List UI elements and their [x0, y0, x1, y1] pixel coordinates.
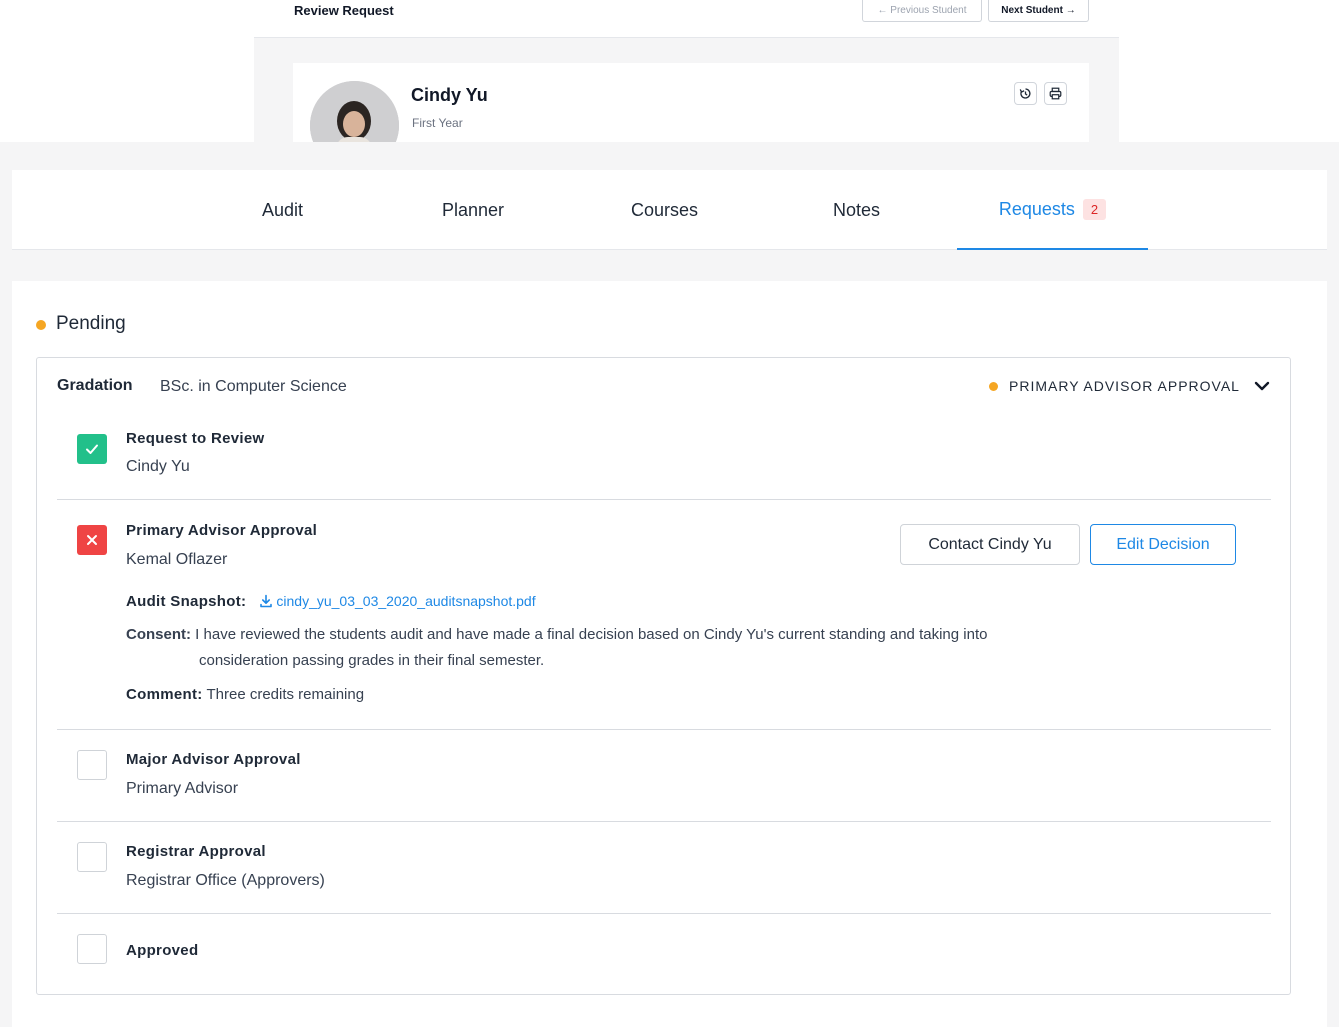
step-subtitle: Cindy Yu [126, 458, 190, 475]
step-title: Primary Advisor Approval [126, 522, 318, 539]
requests-count-badge: 2 [1082, 198, 1107, 220]
print-button[interactable] [1044, 82, 1067, 105]
tab-courses[interactable]: Courses [631, 170, 698, 250]
tab-audit[interactable]: Audit [262, 170, 303, 250]
step-major-advisor-approval: Major Advisor Approval Primary Advisor [57, 730, 1271, 822]
edit-decision-button[interactable]: Edit Decision [1090, 524, 1236, 565]
avatar [310, 81, 399, 142]
step-subtitle: Registrar Office (Approvers) [126, 872, 325, 889]
audit-snapshot-link[interactable]: cindy_yu_03_03_2020_auditsnapshot.pdf [259, 593, 536, 609]
requests-panel: Pending Gradation BSc. in Computer Scien… [12, 281, 1327, 1027]
step-primary-advisor-approval: Primary Advisor Approval Kemal Oflazer C… [57, 500, 1271, 730]
consent-row: Consent: I have reviewed the students au… [126, 622, 1136, 674]
consent-text-line1: I have reviewed the students audit and h… [195, 626, 988, 643]
step-title: Registrar Approval [126, 843, 266, 860]
step-approved-checkbox[interactable] [77, 434, 107, 464]
collapse-toggle[interactable] [1252, 376, 1272, 396]
chevron-down-icon [1254, 381, 1270, 391]
step-subtitle: Primary Advisor [126, 780, 239, 797]
print-icon [1049, 87, 1062, 100]
page-title: Review Request [294, 3, 394, 18]
step-pending-checkbox[interactable] [77, 750, 107, 780]
request-program: BSc. in Computer Science [160, 378, 347, 395]
history-button[interactable] [1014, 82, 1037, 105]
audit-snapshot-label: Audit Snapshot: [126, 593, 247, 610]
step-pending-checkbox[interactable] [77, 842, 107, 872]
consent-text-line2: consideration passing grades in their fi… [199, 652, 545, 669]
request-status: PRIMARY ADVISOR APPROVAL [1009, 378, 1240, 394]
step-request-to-review: Request to Review Cindy Yu [57, 418, 1271, 500]
avatar-photo-icon [310, 81, 399, 142]
comment-row: Comment: Three credits remaining [126, 686, 364, 703]
request-status-dot [989, 382, 998, 391]
student-header-panel: Review Request ← Previous Student Next S… [254, 0, 1119, 142]
comment-label: Comment: [126, 686, 203, 703]
step-registrar-approval: Registrar Approval Registrar Office (App… [57, 822, 1271, 914]
step-rejected-checkbox[interactable] [77, 525, 107, 555]
tab-notes[interactable]: Notes [833, 170, 880, 250]
audit-snapshot-filename: cindy_yu_03_03_2020_auditsnapshot.pdf [276, 593, 536, 609]
request-type: Gradation [57, 377, 133, 394]
close-icon [87, 535, 97, 545]
check-icon [86, 444, 98, 454]
step-title: Request to Review [126, 430, 265, 447]
contact-student-button[interactable]: Contact Cindy Yu [900, 524, 1080, 565]
step-subtitle: Kemal Oflazer [126, 551, 228, 568]
step-pending-checkbox[interactable] [77, 934, 107, 964]
tab-planner[interactable]: Planner [442, 170, 504, 250]
request-card: Gradation BSc. in Computer Science PRIMA… [36, 357, 1291, 995]
step-title: Approved [126, 942, 199, 959]
pending-status-dot [36, 320, 46, 330]
tab-requests-label: Requests [998, 198, 1075, 219]
review-header: Review Request ← Previous Student Next S… [254, 0, 1119, 38]
tab-requests[interactable]: Requests 2 [957, 170, 1148, 250]
section-title: Pending [56, 313, 126, 334]
step-title: Major Advisor Approval [126, 751, 301, 768]
student-year: First Year [412, 116, 463, 130]
history-icon [1019, 88, 1031, 99]
next-student-button[interactable]: Next Student → [988, 0, 1089, 22]
student-profile-card: Cindy Yu First Year [293, 63, 1089, 142]
tab-bar: Audit Planner Courses Notes Requests 2 [12, 170, 1327, 250]
student-name: Cindy Yu [411, 85, 488, 105]
download-icon [259, 594, 272, 608]
consent-label: Consent: [126, 626, 191, 643]
previous-student-button[interactable]: ← Previous Student [862, 0, 982, 22]
comment-text: Three credits remaining [206, 686, 365, 703]
step-approved: Approved [57, 914, 1271, 990]
audit-snapshot-row: Audit Snapshot: cindy_yu_03_03_2020_audi… [126, 593, 536, 610]
